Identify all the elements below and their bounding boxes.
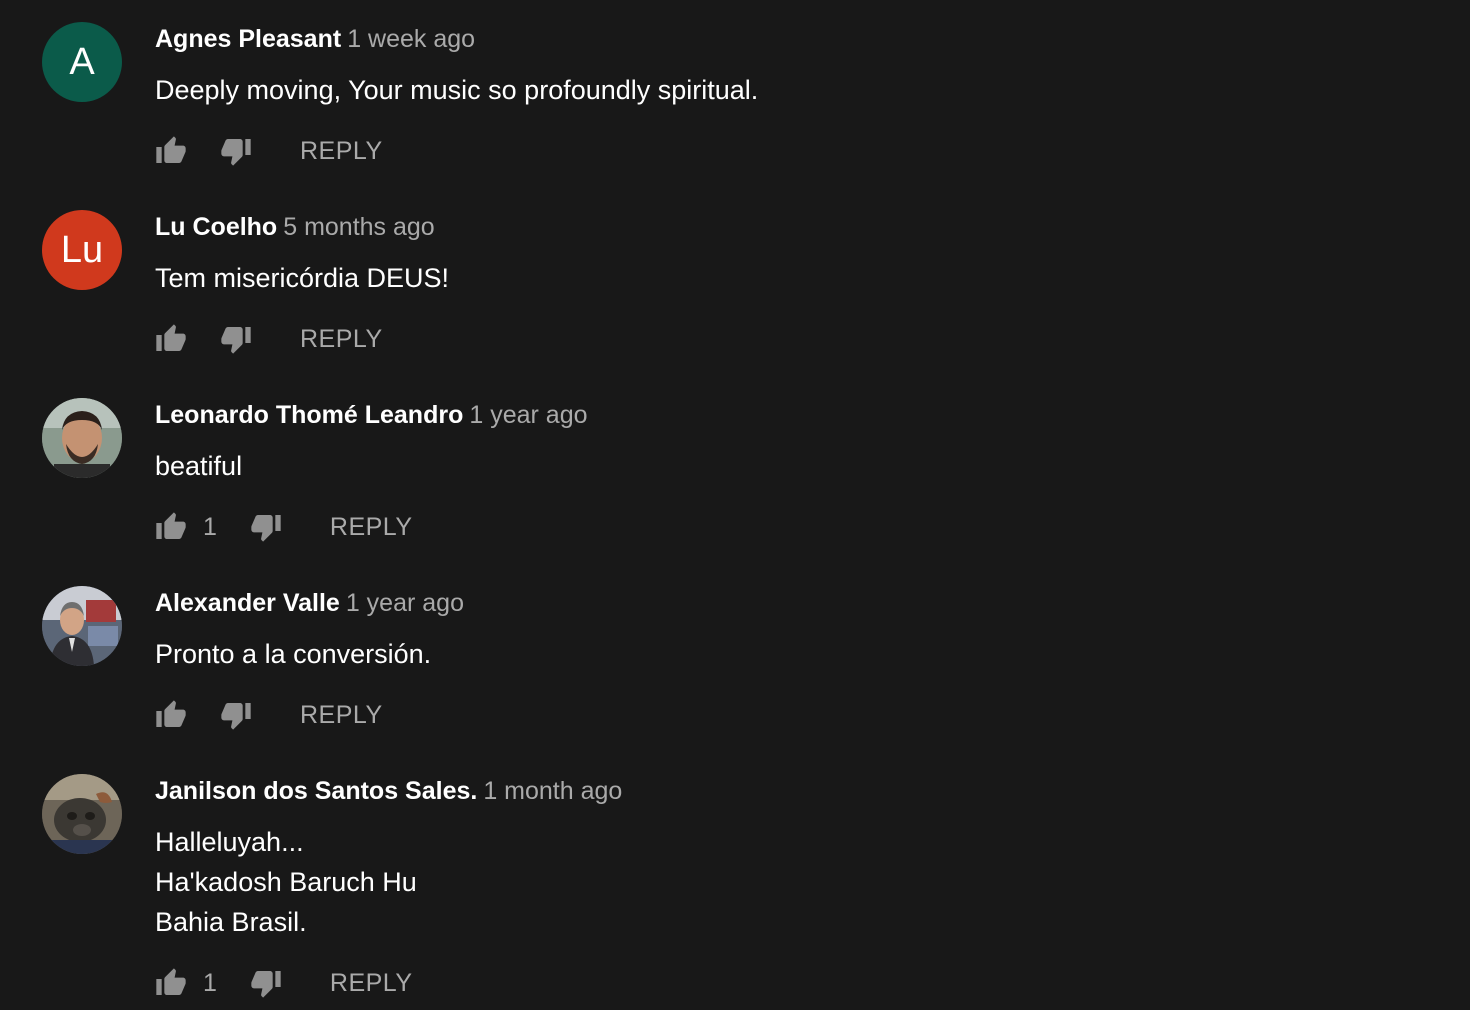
avatar[interactable]: A (42, 22, 122, 102)
comment-actions: 1 REPLY (155, 966, 1355, 1000)
comment-header: Alexander Valle 1 year ago (155, 586, 1355, 620)
avatar-letter: Lu (60, 228, 104, 271)
person-photo-icon (42, 398, 122, 478)
avatar[interactable] (42, 586, 122, 666)
thumb-down-icon[interactable] (250, 511, 282, 543)
avatar[interactable] (42, 774, 122, 854)
avatar[interactable] (42, 398, 122, 478)
person-photo-icon (42, 586, 122, 666)
comment-text-line: Bahia Brasil. (155, 907, 307, 937)
comment-text-line: Tem misericórdia DEUS! (155, 263, 450, 293)
comment-body: Agnes Pleasant 1 week ago Deeply moving, … (155, 22, 1355, 168)
comment-body: Leonardo Thomé Leandro 1 year ago beatifu… (155, 398, 1355, 544)
comment-text: Pronto a la conversión. (155, 634, 1355, 674)
thumb-up-icon[interactable] (155, 135, 187, 167)
comment-actions: REPLY (155, 322, 1355, 356)
comment-header: Janilson dos Santos Sales. 1 month ago (155, 774, 1355, 808)
thumb-up-icon[interactable] (155, 967, 187, 999)
avatar-letter: A (69, 40, 95, 83)
thumb-down-icon[interactable] (250, 967, 282, 999)
author-name[interactable]: Agnes Pleasant (155, 25, 341, 53)
comment-actions: 1 REPLY (155, 510, 1355, 544)
reply-button[interactable]: REPLY (300, 325, 383, 354)
thumb-down-icon[interactable] (220, 323, 252, 355)
thumb-down-icon[interactable] (220, 699, 252, 731)
reply-button[interactable]: REPLY (330, 969, 413, 998)
reply-button[interactable]: REPLY (300, 137, 383, 166)
comment-time[interactable]: 1 year ago (469, 401, 587, 429)
comment-header: Lu Coelho 5 months ago (155, 210, 1355, 244)
comment-text-line: beatiful (155, 451, 243, 481)
comment-text-line: Ha'kadosh Baruch Hu (155, 867, 417, 897)
comment-time[interactable]: 1 month ago (483, 777, 622, 805)
comment-header: Leonardo Thomé Leandro 1 year ago (155, 398, 1355, 432)
comment-time[interactable]: 1 week ago (347, 25, 475, 53)
comment-text: Tem misericórdia DEUS! (155, 258, 1355, 298)
reply-button[interactable]: REPLY (300, 701, 383, 730)
avatar[interactable]: Lu (42, 210, 122, 290)
comment-text-line: Halleluyah... (155, 827, 304, 857)
author-name[interactable]: Janilson dos Santos Sales. (155, 777, 477, 805)
comment-actions: REPLY (155, 134, 1355, 168)
comment-header: Agnes Pleasant 1 week ago (155, 22, 1355, 56)
comment-text: Halleluyah... Ha'kadosh Baruch Hu Bahia … (155, 822, 1355, 942)
reply-button[interactable]: REPLY (330, 513, 413, 542)
comment-text-line: Deeply moving, Your music so profoundly … (155, 75, 759, 105)
like-count: 1 (203, 512, 217, 541)
thumb-up-icon[interactable] (155, 699, 187, 731)
thumb-up-icon[interactable] (155, 511, 187, 543)
thumb-up-icon[interactable] (155, 323, 187, 355)
thumb-down-icon[interactable] (220, 135, 252, 167)
comment-time[interactable]: 1 year ago (346, 589, 464, 617)
comment-body: Lu Coelho 5 months ago Tem misericórdia D… (155, 210, 1355, 356)
animal-photo-icon (42, 774, 122, 854)
author-name[interactable]: Alexander Valle (155, 589, 340, 617)
comment-time[interactable]: 5 months ago (283, 213, 435, 241)
author-name[interactable]: Leonardo Thomé Leandro (155, 401, 463, 429)
comment-text: beatiful (155, 446, 1355, 486)
like-count: 1 (203, 968, 217, 997)
comment-body: Alexander Valle 1 year ago Pronto a la co… (155, 586, 1355, 732)
comment-body: Janilson dos Santos Sales. 1 month ago Ha… (155, 774, 1355, 1000)
comment-actions: REPLY (155, 698, 1355, 732)
author-name[interactable]: Lu Coelho (155, 213, 277, 241)
comment-text-line: Pronto a la conversión. (155, 639, 432, 669)
comment-list: A Agnes Pleasant 1 week ago Deeply moving… (0, 0, 1470, 1010)
comment-text: Deeply moving, Your music so profoundly … (155, 70, 1355, 110)
